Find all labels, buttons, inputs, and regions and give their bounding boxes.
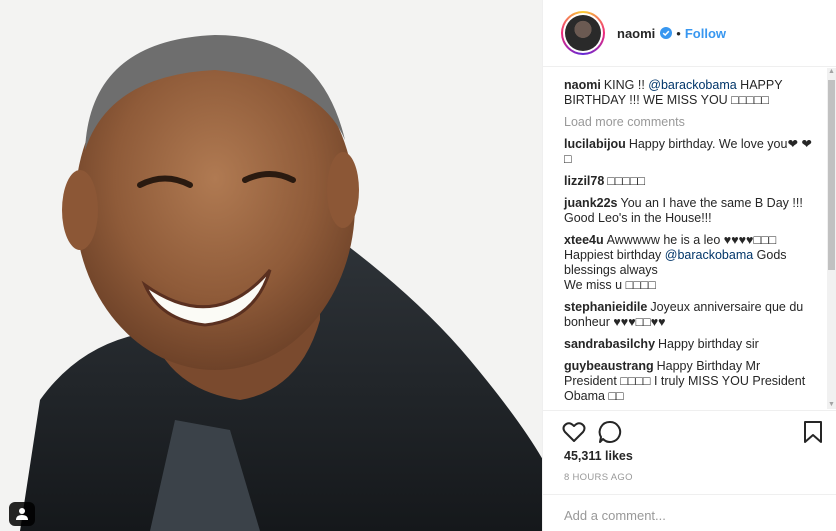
- separator-dot: •: [676, 25, 681, 41]
- comment-username[interactable]: xtee4u: [564, 233, 604, 247]
- post-timestamp[interactable]: 8 HOURS AGO: [564, 472, 633, 483]
- caption-mention[interactable]: @barackobama: [648, 78, 736, 92]
- scroll-down-icon[interactable]: ▼: [828, 401, 835, 409]
- caption-username[interactable]: naomi: [564, 78, 601, 92]
- comment-icon[interactable]: [597, 419, 623, 445]
- heart-icon[interactable]: [561, 419, 587, 445]
- post-header: naomi • Follow: [543, 0, 836, 67]
- action-bar: [543, 410, 836, 450]
- load-more-comments[interactable]: Load more comments: [564, 115, 816, 129]
- verified-badge-icon: [660, 27, 673, 39]
- scroll-up-icon[interactable]: ▲: [828, 68, 835, 76]
- comment-text: □□□□□: [607, 174, 646, 188]
- comment-item: stephanieidile Joyeux anniversaire que du…: [564, 300, 816, 330]
- comment-username[interactable]: lucilabijou: [564, 137, 626, 151]
- comment-item: lizzil78 □□□□□: [564, 174, 816, 189]
- caption: naomi KING !! @barackobama HAPPY BIRTHDAY…: [564, 78, 816, 108]
- follow-button[interactable]: Follow: [685, 26, 726, 41]
- comments-list: naomi KING !! @barackobama HAPPY BIRTHDAY…: [543, 68, 828, 409]
- comment-text: Happy birthday sir: [658, 337, 759, 351]
- bookmark-icon[interactable]: [800, 419, 826, 445]
- avatar[interactable]: [561, 11, 605, 55]
- comment-item: guybeaustrang Happy Birthday Mr President…: [564, 359, 816, 404]
- comment-username[interactable]: sandrabasilchy: [564, 337, 655, 351]
- comment-item: lucilabijou Happy birthday. We love you❤ …: [564, 137, 816, 167]
- add-comment-input[interactable]: Add a comment...: [543, 494, 836, 531]
- post-side-panel: naomi • Follow naomi KING !! @barackobama…: [543, 0, 836, 531]
- comment-item: sandrabasilchy Happy birthday sir: [564, 337, 816, 352]
- comment-text-line2: We miss u □□□□: [564, 278, 656, 292]
- comment-username[interactable]: stephanieidile: [564, 300, 647, 314]
- comment-username[interactable]: guybeaustrang: [564, 359, 654, 373]
- post-photo[interactable]: [0, 0, 543, 531]
- comment-username[interactable]: lizzil78: [564, 174, 604, 188]
- comment-item: juank22s You an I have the same B Day !!!…: [564, 196, 816, 226]
- user-tag-icon[interactable]: [9, 502, 35, 526]
- comment-item: xtee4u Awwwww he is a leo ♥♥♥♥□□□ Happies…: [564, 233, 816, 293]
- likes-count[interactable]: 45,311 likes: [564, 449, 633, 463]
- comment-mention[interactable]: @barackobama: [665, 248, 753, 262]
- comments-scrollbar[interactable]: ▲ ▼: [827, 68, 836, 409]
- caption-text: KING !!: [603, 78, 649, 92]
- comment-username[interactable]: juank22s: [564, 196, 618, 210]
- scrollbar-thumb[interactable]: [828, 80, 835, 270]
- header-username[interactable]: naomi: [617, 26, 655, 41]
- portrait-image: [0, 0, 542, 531]
